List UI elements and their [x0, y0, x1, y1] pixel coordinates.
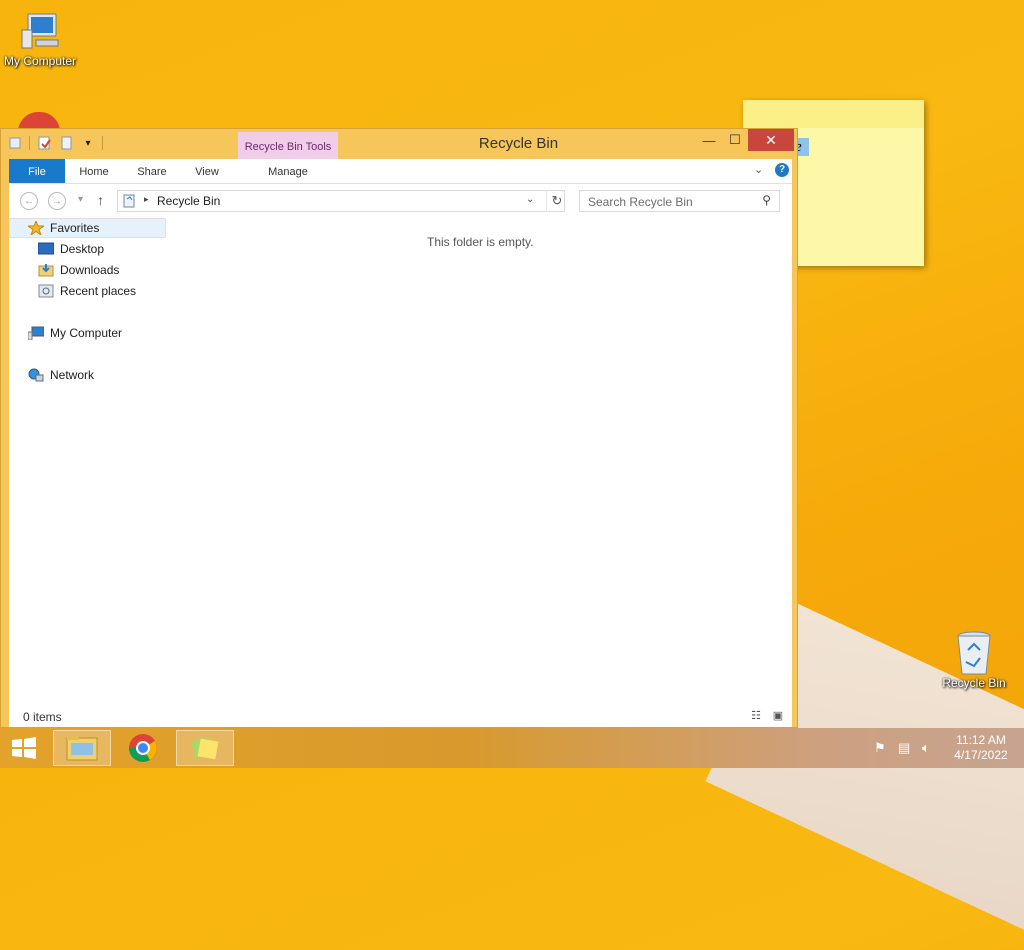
- network-status-icon[interactable]: ▤: [898, 740, 910, 756]
- search-icon[interactable]: ⚲: [762, 193, 771, 207]
- properties-icon[interactable]: [36, 135, 52, 151]
- address-bar[interactable]: ▸ Recycle Bin ⌄: [117, 190, 565, 212]
- clock-date: 4/17/2022: [954, 748, 1008, 762]
- recent-locations-button[interactable]: ▾: [78, 194, 83, 205]
- large-icons-view-icon[interactable]: ▣: [771, 710, 785, 722]
- ribbon-tabs: File Home Share View Manage ⌄ ?: [9, 159, 792, 184]
- action-center-flag-icon[interactable]: ⚑: [874, 740, 886, 756]
- address-dropdown-icon[interactable]: ⌄: [526, 194, 534, 205]
- new-folder-icon[interactable]: [58, 135, 74, 151]
- up-button[interactable]: ↑: [97, 192, 104, 208]
- computer-icon: [18, 10, 62, 54]
- volume-icon[interactable]: 🔈︎: [922, 740, 930, 756]
- taskbar-sticky-notes[interactable]: [176, 730, 234, 766]
- close-button[interactable]: ✕: [748, 129, 794, 151]
- quick-access-toolbar: ▾: [7, 135, 103, 151]
- recycle-bin-icon: [952, 630, 996, 676]
- start-button[interactable]: [10, 737, 38, 759]
- tab-share[interactable]: Share: [129, 159, 175, 183]
- nav-item-desktop[interactable]: Desktop: [37, 239, 104, 259]
- breadcrumb-chevron-icon[interactable]: ▸: [144, 194, 149, 205]
- window-titlebar[interactable]: ▾ Recycle Bin Tools Recycle Bin — ☐ ✕: [1, 129, 797, 159]
- sticky-note-titlebar[interactable]: [743, 100, 924, 128]
- content-area: Favorites Desktop Downloads Recent place…: [9, 218, 792, 707]
- taskbar-chrome[interactable]: [114, 730, 172, 766]
- item-count: 0 items: [23, 710, 62, 724]
- desktop-icon-my-computer[interactable]: My Computer: [0, 10, 80, 68]
- qat-divider: [29, 136, 30, 150]
- maximize-button[interactable]: ☐: [720, 129, 750, 151]
- star-icon: [26, 219, 46, 237]
- desktop-icon: [37, 242, 55, 256]
- chrome-icon: [129, 734, 157, 762]
- expand-ribbon-icon[interactable]: ⌄: [754, 163, 763, 176]
- desktop-icon-recycle-bin[interactable]: Recycle Bin: [934, 630, 1014, 690]
- recent-places-icon: [38, 284, 54, 298]
- empty-folder-message: This folder is empty.: [427, 235, 534, 249]
- contextual-tab-header: Recycle Bin Tools: [238, 132, 338, 159]
- nav-item-favorites[interactable]: Favorites: [9, 218, 166, 238]
- help-icon[interactable]: ?: [775, 163, 789, 177]
- refresh-button[interactable]: ↻: [546, 190, 567, 212]
- tab-file[interactable]: File: [9, 159, 65, 183]
- desktop-icon-label: My Computer: [3, 54, 77, 68]
- back-button[interactable]: ←: [20, 192, 38, 210]
- windows-logo-icon: [12, 737, 36, 759]
- customize-qat-icon[interactable]: ▾: [80, 135, 96, 151]
- navigation-bar: ← → ▾ ↑ ▸ Recycle Bin ⌄ ↻ ⚲: [9, 184, 792, 218]
- window-menu-icon[interactable]: [7, 135, 23, 151]
- computer-icon: [27, 326, 45, 341]
- clock-time: 11:12 AM: [956, 733, 1006, 747]
- taskbar-file-explorer[interactable]: [53, 730, 111, 766]
- taskbar-clock[interactable]: 11:12 AM 4/17/2022: [946, 733, 1016, 763]
- nav-item-recent-places[interactable]: Recent places: [38, 281, 136, 301]
- nav-item-network[interactable]: Network: [28, 365, 94, 385]
- recycle-bin-small-icon: [122, 194, 136, 211]
- nav-item-my-computer[interactable]: My Computer: [27, 323, 122, 343]
- status-bar: 0 items ☷ ▣: [9, 707, 792, 727]
- qat-divider: [102, 136, 103, 150]
- explorer-window[interactable]: ▾ Recycle Bin Tools Recycle Bin — ☐ ✕ Fi…: [0, 128, 798, 728]
- breadcrumb-recycle-bin[interactable]: Recycle Bin: [157, 194, 220, 208]
- downloads-icon: [38, 263, 54, 277]
- tab-home[interactable]: Home: [71, 159, 117, 183]
- window-title: Recycle Bin: [478, 135, 559, 152]
- nav-item-downloads[interactable]: Downloads: [38, 260, 119, 280]
- search-input[interactable]: [586, 193, 760, 211]
- details-view-icon[interactable]: ☷: [749, 710, 763, 722]
- network-icon: [28, 368, 44, 382]
- search-box[interactable]: ⚲: [579, 190, 780, 212]
- taskbar: ⚑ ▤ 🔈︎ 11:12 AM 4/17/2022: [0, 728, 1024, 768]
- folder-icon: [66, 735, 98, 761]
- tab-view[interactable]: View: [185, 159, 229, 183]
- tab-manage[interactable]: Manage: [238, 159, 338, 183]
- forward-button[interactable]: →: [48, 192, 66, 210]
- desktop-icon-label: Recycle Bin: [942, 676, 1006, 690]
- sticky-notes-icon: [190, 736, 219, 760]
- navigation-pane: Favorites Desktop Downloads Recent place…: [9, 218, 166, 707]
